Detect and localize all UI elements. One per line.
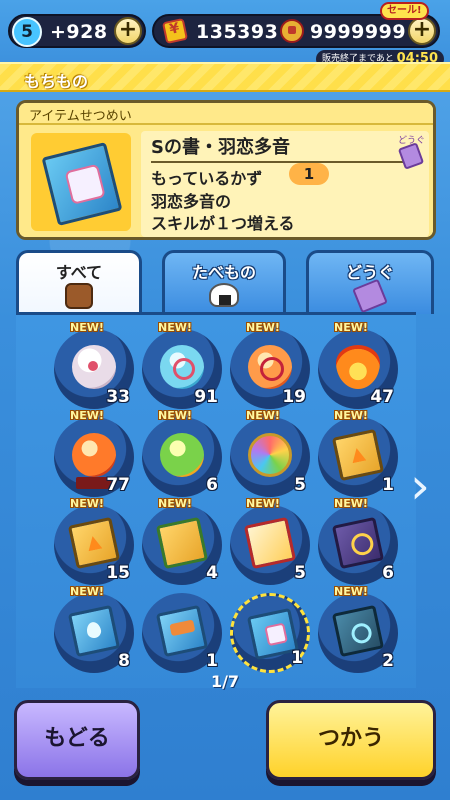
item-slot[interactable]: 1	[142, 593, 222, 673]
orb-white-icon	[72, 345, 116, 389]
new-badge: NEW!	[70, 409, 104, 422]
item-quantity: 47	[370, 387, 394, 407]
life-counter: 5 +928 +	[8, 14, 146, 48]
new-badge: NEW!	[70, 321, 104, 334]
tab-tools[interactable]: どうぐ	[306, 250, 434, 314]
owned-count: 1	[289, 163, 329, 185]
item-quantity: 2	[382, 651, 394, 671]
new-badge: NEW!	[334, 497, 368, 510]
book-blue-icon	[67, 604, 121, 658]
item-quantity: 1	[382, 475, 394, 495]
item-slot[interactable]: NEW! 15	[54, 497, 134, 585]
tab-label: すべて	[55, 263, 103, 282]
tab-food[interactable]: たべもの	[162, 250, 286, 314]
tab-label: たべもの	[191, 263, 256, 282]
item-slot[interactable]: NEW! 47	[318, 321, 398, 409]
tab-all[interactable]: すべて	[16, 250, 142, 316]
book-gold-icon	[67, 516, 121, 570]
new-badge: NEW!	[246, 497, 280, 510]
new-badge: NEW!	[158, 321, 192, 334]
gem-value: 9999999	[310, 21, 407, 43]
item-thumbnail	[31, 133, 131, 231]
item-detail-card: アイテムせつめい Sの書・羽恋多音 どうぐ もっているかず 1 羽恋多音の スキ…	[16, 100, 436, 240]
item-slot[interactable]: NEW! 5	[230, 497, 310, 585]
item-slot[interactable]: NEW! 1	[318, 409, 398, 497]
item-quantity: 5	[294, 475, 306, 495]
book-green-icon	[155, 516, 209, 570]
gem-icon	[280, 19, 304, 43]
item-grid: NEW! 33 NEW! 91 NEW! 19 NEW! 47 NEW! 77 NEW! 6 NEW! 5…	[16, 312, 416, 688]
item-quantity: 91	[194, 387, 218, 407]
orb-blue-icon	[160, 345, 204, 389]
rice-ball-icon	[209, 283, 239, 307]
add-gems-button[interactable]: +	[408, 17, 436, 45]
book-blue2-icon	[155, 604, 209, 658]
skill-book-icon	[41, 142, 123, 226]
item-quantity: 19	[282, 387, 306, 407]
ticket-icon	[352, 278, 388, 314]
add-life-button[interactable]: +	[114, 17, 142, 45]
detail-body: Sの書・羽恋多音 どうぐ もっているかず 1 羽恋多音の スキルが１つ増える	[19, 125, 433, 237]
orb-green-icon	[160, 433, 204, 477]
new-badge: NEW!	[246, 409, 280, 422]
item-quantity: 4	[206, 563, 218, 583]
item-name: Sの書・羽恋多音	[151, 133, 421, 163]
use-button[interactable]: つかう	[266, 700, 436, 780]
back-button[interactable]: もどる	[14, 700, 140, 780]
book-gold-icon	[331, 428, 385, 482]
orb-fire-icon	[336, 345, 380, 389]
item-slot[interactable]: NEW! 91	[142, 321, 222, 409]
item-slot[interactable]: NEW! 8	[54, 585, 134, 673]
new-badge: NEW!	[158, 409, 192, 422]
new-badge: NEW!	[70, 585, 104, 598]
new-badge: NEW!	[158, 497, 192, 510]
item-quantity: 15	[106, 563, 130, 583]
page-title: もちもの	[24, 72, 89, 91]
item-slot[interactable]: NEW! 6	[142, 409, 222, 497]
item-quantity: 1	[206, 651, 218, 671]
item-slot[interactable]: NEW! 2	[318, 585, 398, 673]
tab-label: どうぐ	[345, 263, 394, 282]
owned-label: もっているかず	[151, 169, 263, 188]
coin-icon	[161, 17, 189, 45]
next-page-arrow-icon[interactable]: ›	[410, 458, 434, 518]
orb-orange-icon	[248, 345, 292, 389]
new-badge: NEW!	[334, 409, 368, 422]
sale-badge[interactable]: セール!	[380, 2, 429, 20]
item-slot[interactable]: 1	[230, 593, 310, 673]
item-slot[interactable]: NEW! 77	[54, 409, 134, 497]
orb-stand-icon	[72, 433, 116, 489]
new-badge: NEW!	[246, 321, 280, 334]
item-quantity: 6	[206, 475, 218, 495]
life-badge: 5	[12, 17, 42, 47]
item-quantity: 6	[382, 563, 394, 583]
bag-icon	[65, 283, 93, 309]
detail-info: Sの書・羽恋多音 どうぐ もっているかず 1 羽恋多音の スキルが１つ増える	[141, 131, 429, 237]
item-quantity: 33	[106, 387, 130, 407]
item-slot[interactable]: NEW! 4	[142, 497, 222, 585]
life-value: +928	[50, 21, 108, 43]
coin-value: 135393	[196, 21, 279, 43]
item-quantity: 1	[291, 648, 303, 668]
book-dark-icon	[331, 604, 385, 658]
item-slot[interactable]: NEW! 19	[230, 321, 310, 409]
item-quantity: 77	[106, 475, 130, 495]
item-slot[interactable]: NEW! 33	[54, 321, 134, 409]
orb-rainbow-icon	[248, 433, 292, 477]
book-red-icon	[243, 516, 297, 570]
item-slot[interactable]: NEW! 6	[318, 497, 398, 585]
section-header: もちもの	[0, 62, 450, 92]
new-badge: NEW!	[334, 585, 368, 598]
detail-header: アイテムせつめい	[19, 103, 433, 125]
detail-header-label: アイテムせつめい	[29, 109, 132, 124]
page-indicator: 1/7	[210, 672, 240, 691]
item-description: 羽恋多音の スキルが１つ増える	[151, 192, 295, 233]
item-quantity: 8	[118, 651, 130, 671]
new-badge: NEW!	[70, 497, 104, 510]
item-quantity: 5	[294, 563, 306, 583]
item-slot[interactable]: NEW! 5	[230, 409, 310, 497]
new-badge: NEW!	[334, 321, 368, 334]
book-purple-icon	[331, 516, 385, 570]
